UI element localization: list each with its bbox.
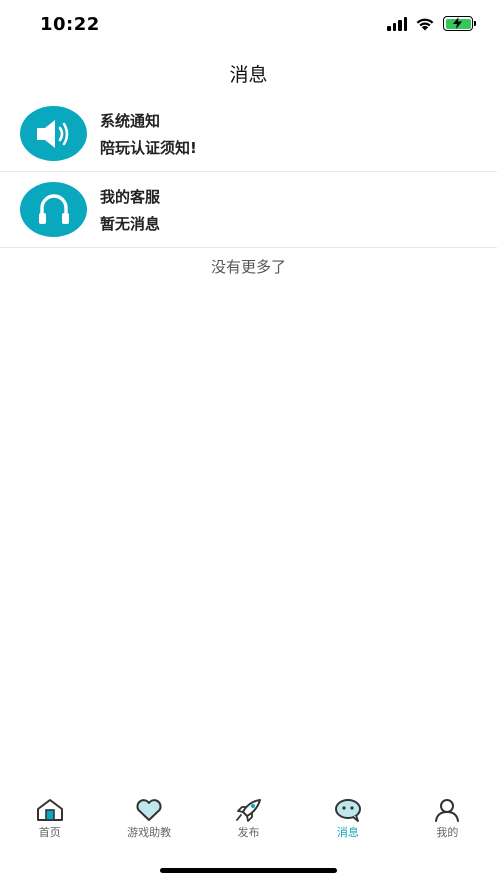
no-more-text: 没有更多了 bbox=[210, 258, 286, 276]
rocket-icon bbox=[235, 799, 261, 822]
message-preview: 暂无消息 bbox=[100, 215, 161, 233]
tab-publish[interactable]: 发布 bbox=[199, 798, 298, 850]
message-item-system-notice[interactable]: 系统通知 陪玩认证须知! bbox=[0, 96, 497, 172]
status-bar: 10:22 bbox=[0, 0, 497, 50]
tab-bar: 首页 游戏助教 发布 消息 我的 bbox=[0, 798, 497, 850]
tab-label: 我的 bbox=[436, 826, 459, 839]
message-title: 系统通知 bbox=[100, 112, 161, 130]
tab-label: 发布 bbox=[237, 826, 260, 839]
message-title: 我的客服 bbox=[100, 188, 161, 206]
message-preview: 陪玩认证须知! bbox=[100, 139, 197, 157]
tab-label: 游戏助教 bbox=[127, 826, 172, 839]
page-title: 消息 bbox=[229, 64, 268, 86]
message-avatar bbox=[20, 106, 87, 161]
tab-game-coach[interactable]: 游戏助教 bbox=[99, 798, 198, 850]
message-list: 系统通知 陪玩认证须知! 我的客服 暂无消息 bbox=[0, 96, 497, 248]
message-avatar bbox=[20, 182, 87, 237]
tab-messages[interactable]: 消息 bbox=[298, 798, 397, 850]
person-icon bbox=[435, 799, 460, 822]
status-time: 10:22 bbox=[40, 14, 100, 35]
tab-label: 消息 bbox=[336, 826, 359, 839]
signal-icon bbox=[387, 16, 407, 31]
home-indicator[interactable] bbox=[160, 868, 337, 873]
speaker-icon bbox=[36, 119, 68, 148]
tab-mine[interactable]: 我的 bbox=[398, 798, 497, 850]
tab-home[interactable]: 首页 bbox=[0, 798, 99, 850]
chat-bubble-icon bbox=[334, 799, 361, 822]
home-icon bbox=[36, 799, 63, 821]
wifi-icon bbox=[416, 18, 434, 31]
tab-label: 首页 bbox=[38, 826, 61, 839]
message-item-customer-service[interactable]: 我的客服 暂无消息 bbox=[0, 172, 497, 248]
battery-charging-icon bbox=[443, 16, 476, 31]
headset-icon bbox=[38, 193, 69, 224]
status-icons bbox=[387, 16, 476, 31]
heart-icon bbox=[136, 799, 162, 821]
